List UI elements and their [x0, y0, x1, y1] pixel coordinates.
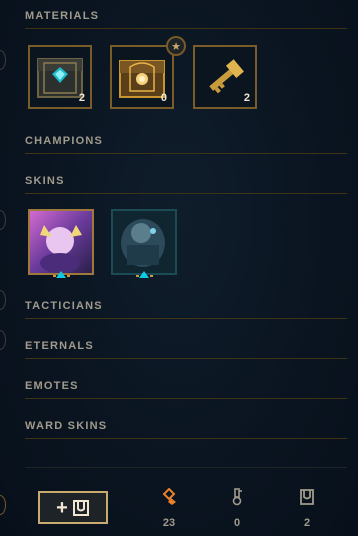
rarity-gem-icon — [56, 271, 66, 278]
skin-portrait-image — [30, 211, 92, 273]
orange-essence-counter: 23 — [151, 487, 187, 529]
skin-card-armored[interactable] — [111, 209, 177, 275]
edge-notch — [0, 495, 6, 515]
section-title-materials[interactable]: MATERIALS — [25, 10, 99, 22]
key-fragment-value: 0 — [233, 517, 241, 529]
chest-icon — [300, 489, 314, 505]
section-title-champions[interactable]: CHAMPIONS — [25, 135, 103, 147]
key-fragment-icon — [232, 488, 242, 506]
section-divider — [25, 398, 347, 399]
material-count: 0 — [160, 92, 167, 104]
section-title-emotes[interactable]: EMOTES — [25, 380, 79, 392]
rarity-dash — [67, 275, 70, 277]
edge-notch — [0, 210, 6, 230]
skin-card-purple[interactable] — [28, 209, 94, 275]
material-hextech-key[interactable]: 2 — [193, 45, 257, 109]
rarity-gem-icon — [139, 271, 149, 278]
chest-icon — [72, 499, 89, 516]
section-title-tacticians[interactable]: TACTICIANS — [25, 300, 103, 312]
material-hextech-chest[interactable]: 2 — [28, 45, 92, 109]
skin-portrait-image — [113, 211, 175, 273]
section-title-ward-skins[interactable]: WARD SKINS — [25, 420, 107, 432]
material-masterwork-chest[interactable]: 0 — [110, 45, 174, 109]
footer-divider — [25, 467, 347, 468]
left-edge-decoration — [0, 0, 8, 536]
chest-value: 2 — [303, 517, 311, 529]
section-divider — [25, 153, 347, 154]
edge-notch — [0, 330, 6, 350]
key-fragment-counter: 0 — [219, 488, 255, 529]
edge-notch — [0, 50, 6, 70]
section-divider — [25, 318, 347, 319]
section-divider — [25, 438, 347, 439]
plus-icon: + — [56, 496, 68, 519]
section-divider — [25, 358, 347, 359]
material-count: 2 — [243, 92, 250, 104]
material-count: 2 — [78, 92, 85, 104]
chest-counter: 2 — [289, 488, 325, 529]
edge-notch — [0, 290, 6, 310]
section-title-skins[interactable]: SKINS — [25, 175, 65, 187]
section-title-eternals[interactable]: ETERNALS — [25, 340, 94, 352]
orange-essence-icon — [162, 487, 176, 505]
section-divider — [25, 193, 347, 194]
section-divider — [25, 28, 347, 29]
orange-essence-value: 23 — [162, 517, 176, 529]
craft-chest-button[interactable]: + — [38, 491, 108, 524]
star-icon: ★ — [166, 36, 186, 56]
rarity-dash — [150, 275, 153, 277]
